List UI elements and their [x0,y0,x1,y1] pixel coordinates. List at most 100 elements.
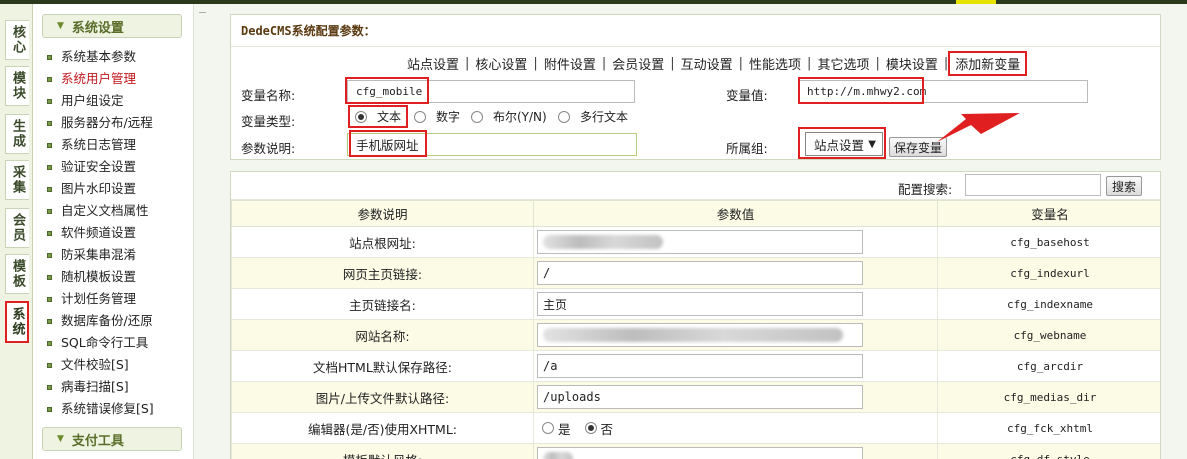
menu-item[interactable]: 系统日志管理 [47,134,154,156]
menu-section-payment[interactable]: ▼ 支付工具 [42,427,182,451]
value-input[interactable]: 主页 [537,292,863,316]
tab-member[interactable]: 会员设置 [606,54,670,73]
menu-item[interactable]: 病毒扫描[S] [47,376,154,398]
bullet-icon [47,318,52,324]
tab-site[interactable]: 站点设置 [401,54,465,73]
bullet-icon [47,274,52,280]
menu-item[interactable]: 自定义文档属性 [47,200,154,222]
menu-item[interactable]: 服务器分布/远程 [47,112,154,134]
bullet-icon [47,406,52,412]
menu-item[interactable]: 系统基本参数 [47,46,154,68]
menu-item[interactable]: 图片水印设置 [47,178,154,200]
menu-list: 系统基本参数 系统用户管理 用户组设定 服务器分布/远程 系统日志管理 验证安全… [47,46,154,420]
table-row: 主页链接名: 主页 cfg_indexname [231,288,1160,320]
bullet-icon [47,208,52,214]
vtab-system[interactable]: 系统 [5,301,29,343]
menu-item[interactable]: 防采集串混淆 [47,244,154,266]
bullet-icon [47,384,52,390]
vtab-module[interactable]: 模块 [5,66,29,106]
table-header-row: 参数说明 参数值 变量名 [231,200,1160,227]
bullet-icon [47,54,52,60]
col-header-name: 变量名 [937,200,1160,227]
vtab-template[interactable]: 模板 [5,254,29,294]
bullet-icon [47,230,52,236]
tab-add-variable[interactable]: 添加新变量 [948,50,1028,76]
vtab-core[interactable]: 核心 [5,20,29,60]
config-tabs: 站点设置 | 核心设置 | 附件设置 | 会员设置 | 互动设置 | 性能选项 | 其它选项… [401,50,1028,76]
type-radio-multiline[interactable]: 多行文本 [558,108,628,125]
tab-module[interactable]: 模块设置 [880,54,944,73]
type-radio-bool[interactable]: 布尔(Y/N) [471,108,547,125]
menu-item[interactable]: 软件频道设置 [47,222,154,244]
value-input[interactable] [537,230,863,254]
value-input[interactable] [537,323,863,347]
radio-icon [471,110,483,123]
value-input[interactable]: /a [537,354,863,378]
bullet-icon [47,76,52,82]
vtab-member[interactable]: 会员 [5,208,29,248]
side-menu: ▼ 系统设置 系统基本参数 系统用户管理 用户组设定 服务器分布/远程 系统日志… [33,4,193,459]
splitter-grip-icon [199,12,206,15]
table-row: 编辑器(是/否)使用XHTML: 是 否 cfg_fck_xhtml [231,412,1160,444]
xhtml-radio-no[interactable]: 否 [584,419,613,438]
var-value-label: 变量值: [726,88,768,103]
menu-section-system-settings[interactable]: ▼ 系统设置 [42,14,182,38]
bullet-icon [47,252,52,258]
type-radio-number[interactable]: 数字 [414,108,460,125]
highlight-box [798,77,924,104]
tab-attachment[interactable]: 附件设置 [538,54,602,73]
menu-item-active[interactable]: 系统用户管理 [47,68,154,90]
value-input[interactable]: /uploads [537,385,863,409]
radio-icon [558,110,570,123]
bullet-icon [47,296,52,302]
radio-icon [414,110,426,123]
menu-item[interactable]: 数据库备份/还原 [47,310,154,332]
vtab-generate[interactable]: 生成 [5,114,29,154]
var-name-label: 变量名称: [241,88,296,103]
highlight-box [345,77,429,104]
xhtml-radio-yes[interactable]: 是 [542,419,571,438]
highlight-box [348,105,408,128]
menu-section-title: 系统设置 [71,20,124,36]
frame-splitter[interactable] [193,4,211,459]
config-table: 参数说明 参数值 变量名 站点根网址: cfg_basehost 网页主页链接:… [231,200,1160,459]
main-content: DedeCMS系统配置参数： 站点设置 | 核心设置 | 附件设置 | 会员设置 | 互… [211,4,1187,459]
menu-item[interactable]: SQL命令行工具 [47,332,154,354]
search-label: 配置搜索: [898,182,953,197]
menu-item[interactable]: 文件校验[S] [47,354,154,376]
menu-item[interactable]: 用户组设定 [47,90,154,112]
bullet-icon [47,98,52,104]
collapse-triangle-icon: ▼ [57,21,64,31]
tab-performance[interactable]: 性能选项 [743,54,807,73]
table-row: 网站名称: cfg_webname [231,319,1160,351]
search-button[interactable]: 搜索 [1106,176,1142,196]
highlight-box [349,130,427,157]
menu-section-title: 支付工具 [71,433,124,449]
blurred-value [543,452,573,459]
col-header-value: 参数值 [533,200,938,227]
bullet-icon [47,186,52,192]
panel-title: DedeCMS系统配置参数： [231,15,1160,47]
bullet-icon [47,340,52,346]
bullet-icon [47,120,52,126]
tab-core[interactable]: 核心设置 [469,54,533,73]
collapse-triangle-icon: ▼ [57,434,64,444]
menu-item[interactable]: 计划任务管理 [47,288,154,310]
value-input[interactable] [537,447,863,459]
radio-selected-icon [584,422,597,434]
vtab-collect[interactable]: 采集 [5,160,29,200]
menu-item[interactable]: 系统错误修复[S] [47,398,154,420]
table-row: 图片/上传文件默认路径: /uploads cfg_medias_dir [231,381,1160,413]
tab-other[interactable]: 其它选项 [811,54,875,73]
search-input[interactable] [965,174,1101,196]
tab-interaction[interactable]: 互动设置 [675,54,739,73]
menu-item[interactable]: 验证安全设置 [47,156,154,178]
save-variable-button[interactable]: 保存变量 [889,137,947,157]
menu-item[interactable]: 随机模板设置 [47,266,154,288]
table-row: 站点根网址: cfg_basehost [231,226,1160,258]
radio-icon [542,422,554,434]
blurred-value [543,235,663,249]
value-input[interactable]: / [537,261,863,285]
bullet-icon [47,164,52,170]
col-header-desc: 参数说明 [231,200,534,227]
